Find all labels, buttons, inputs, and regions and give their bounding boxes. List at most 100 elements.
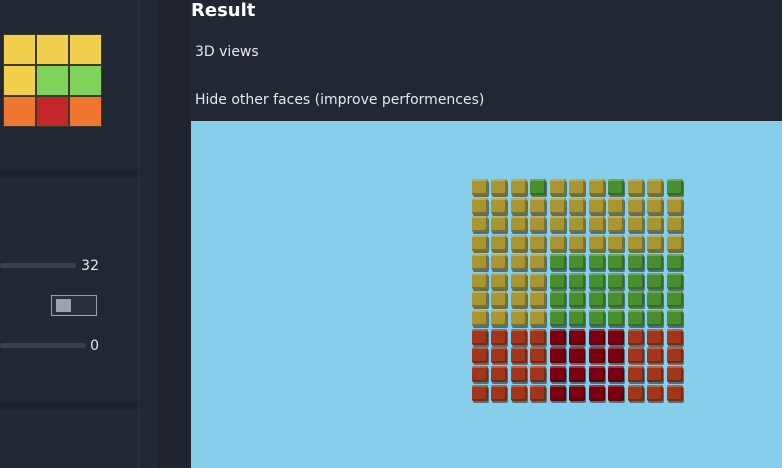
cube-cell [666,235,683,252]
cube-cell [472,197,488,214]
cube-cell [472,384,488,401]
cube-cell [510,253,527,270]
palette-swatch[interactable] [3,65,36,96]
cube-cell [491,366,508,382]
cube-cell [588,272,605,289]
cube-cell [510,347,527,364]
cube-cell [647,347,664,364]
cube-cell [627,384,644,401]
cube-cell [627,179,644,195]
slider-offset-value: 0 [90,338,99,354]
cube-cell [627,291,644,308]
cube-cell [569,253,586,270]
cube-cell [627,328,644,345]
palette-swatch[interactable] [69,96,102,127]
cube-cell [569,291,586,308]
cube-cell [588,216,605,233]
cube-cell [491,272,508,289]
cube-cell [472,328,488,345]
cube-cell [627,309,644,326]
cube-cell [549,291,566,308]
cube-cell [549,253,566,270]
cube-cell [549,384,566,401]
cube-cell [472,235,488,252]
cube-cell [627,347,644,364]
cube-cell [588,384,605,401]
cube-cell [647,235,664,252]
cube-cell [491,309,508,326]
cube-cell [569,216,586,233]
palette-swatch[interactable] [36,65,69,96]
cube-cell [569,235,586,252]
cube-cell [549,179,566,195]
cube-cell [627,197,644,214]
cube-cell [627,253,644,270]
cube-cell [608,253,625,270]
cube-cell [530,347,547,364]
cube-cell [666,253,683,270]
cube-cell [549,366,566,382]
hide-faces-option[interactable]: Hide other faces (improve performences) [195,92,484,108]
cube-cell [549,309,566,326]
palette-swatch[interactable] [36,34,69,65]
section-divider [0,170,138,178]
palette-swatch[interactable] [69,65,102,96]
cube-cell [647,272,664,289]
color-palette [3,34,102,127]
cube-cell [647,328,664,345]
cube-cell [608,179,625,195]
palette-swatch[interactable] [3,96,36,127]
cube-cell [530,216,547,233]
cube-cell [510,384,527,401]
slider-size-value: 32 [81,258,99,274]
cube-cell [530,309,547,326]
cube-cell [608,384,625,401]
section-divider [0,402,138,410]
cube-cell [647,309,664,326]
scroll-gutter[interactable] [158,0,190,468]
cube-cell [569,179,586,195]
cube-cell [472,272,488,289]
cube-cell [588,235,605,252]
cube-cell [530,384,547,401]
cube-cell [588,347,605,364]
cube-cell [472,253,488,270]
cube-cell [588,366,605,382]
cube-cell [510,328,527,345]
cube-cell [549,216,566,233]
cube-cell [549,272,566,289]
cube-cell [491,291,508,308]
cube-cell [588,253,605,270]
cube-cell [608,347,625,364]
cube-cell [530,179,547,195]
cube-grid [472,179,698,405]
cube-cell [647,179,664,195]
cube-cell [510,235,527,252]
cube-cell [472,366,488,382]
cube-cell [666,291,683,308]
cube-cell [569,366,586,382]
cube-cell [588,197,605,214]
result-title: Result [191,0,256,21]
cube-cell [569,197,586,214]
toggle-switch[interactable] [51,295,97,316]
3d-viewport[interactable] [191,121,782,468]
cube-cell [491,384,508,401]
cube-cell [608,309,625,326]
cube-cell [491,179,508,195]
palette-swatch[interactable] [69,34,102,65]
toggle-knob[interactable] [56,299,71,312]
cube-cell [647,216,664,233]
cube-cell [588,291,605,308]
cube-cell [530,366,547,382]
cube-cell [472,179,488,195]
palette-swatch[interactable] [36,96,69,127]
cube-cell [472,216,488,233]
cube-cell [647,384,664,401]
cube-cell [530,272,547,289]
cube-cell [491,253,508,270]
views-option[interactable]: 3D views [195,44,259,60]
slider-track-size[interactable] [0,263,76,268]
cube-cell [666,384,683,401]
palette-swatch[interactable] [3,34,36,65]
